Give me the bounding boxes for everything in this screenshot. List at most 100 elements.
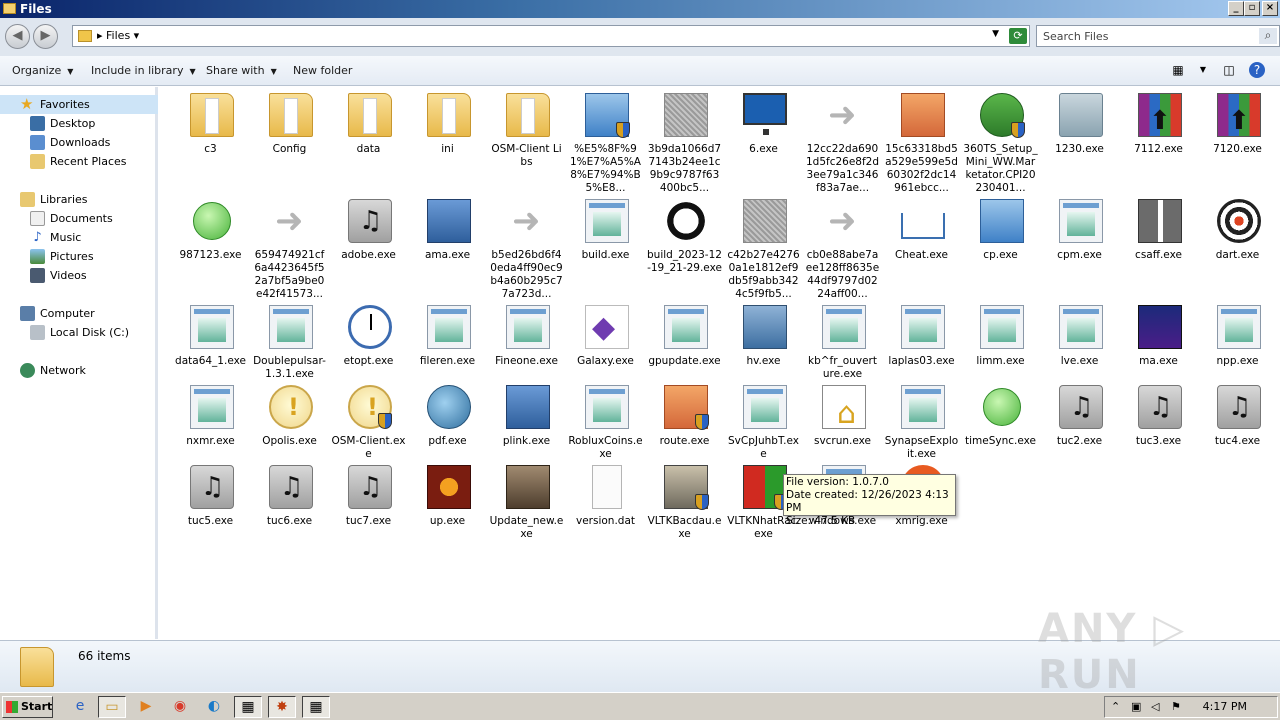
- file-item[interactable]: up.exe: [408, 459, 487, 539]
- file-item[interactable]: svcrun.exe: [803, 379, 882, 459]
- maximize-button[interactable]: ▫: [1244, 1, 1260, 16]
- file-item[interactable]: nxmr.exe: [171, 379, 250, 459]
- file-item[interactable]: dart.exe: [1198, 193, 1277, 299]
- title-bar[interactable]: Files _ ▫ ×: [0, 0, 1280, 18]
- file-item[interactable]: version.dat: [566, 459, 645, 539]
- file-item[interactable]: Doublepulsar-1.3.1.exe: [250, 299, 329, 380]
- file-item[interactable]: lve.exe: [1040, 299, 1119, 379]
- file-item[interactable]: data64_1.exe: [171, 299, 250, 379]
- search-input[interactable]: Search Files ⌕: [1036, 25, 1280, 47]
- breadcrumb[interactable]: ▸ Files ▾: [97, 29, 139, 42]
- file-item[interactable]: Galaxy.exe: [566, 299, 645, 379]
- help-icon[interactable]: ?: [1249, 62, 1265, 78]
- file-item[interactable]: tuc2.exe: [1040, 379, 1119, 459]
- file-item[interactable]: Update_new.exe: [487, 459, 566, 540]
- app-icon: [269, 305, 313, 349]
- file-item[interactable]: 659474921cf6a4423645f52a7bf5a9be0e42f415…: [250, 193, 329, 300]
- file-item[interactable]: OSM-Client Libs: [487, 87, 566, 193]
- file-item[interactable]: Fineone.exe: [487, 299, 566, 379]
- chrome-icon[interactable]: ◉: [166, 696, 194, 718]
- address-bar[interactable]: ▸ Files ▾ ▼ ⟳: [72, 25, 1030, 47]
- file-item[interactable]: ama.exe: [408, 193, 487, 299]
- file-item[interactable]: RobluxCoins.exe: [566, 379, 645, 460]
- internet-explorer-icon[interactable]: e: [66, 696, 94, 718]
- organize-button[interactable]: Organize ▼: [12, 64, 73, 77]
- volume-icon[interactable]: ◁: [1151, 700, 1159, 713]
- file-item[interactable]: hv.exe: [724, 299, 803, 379]
- file-item[interactable]: 7120.exe: [1198, 87, 1277, 193]
- file-item[interactable]: tuc6.exe: [250, 459, 329, 539]
- file-item[interactable]: tuc7.exe: [329, 459, 408, 539]
- file-item[interactable]: timeSync.exe: [961, 379, 1040, 459]
- address-dropdown-icon[interactable]: ▼: [992, 29, 999, 39]
- file-item[interactable]: npp.exe: [1198, 299, 1277, 379]
- file-item[interactable]: route.exe: [645, 379, 724, 459]
- tray-expand-icon[interactable]: ⌃: [1111, 700, 1120, 713]
- taskbar-app-button[interactable]: ✸: [268, 696, 296, 718]
- file-item[interactable]: 15c63318bd5a529e599e5d60302f2dc14961ebcc…: [882, 87, 961, 194]
- file-item[interactable]: cp.exe: [961, 193, 1040, 299]
- file-item[interactable]: cb0e88abe7aee128ff8635e44df9797d0224aff0…: [803, 193, 882, 300]
- file-item[interactable]: 7112.exe: [1119, 87, 1198, 193]
- tray-icon[interactable]: ▣: [1131, 700, 1141, 713]
- taskbar-app-button[interactable]: ▦: [234, 696, 262, 718]
- file-item[interactable]: ma.exe: [1119, 299, 1198, 379]
- view-options-icon[interactable]: ▦: [1170, 62, 1186, 78]
- file-item[interactable]: Config: [250, 87, 329, 193]
- file-item[interactable]: SynapseExploit.exe: [882, 379, 961, 460]
- file-item[interactable]: tuc4.exe: [1198, 379, 1277, 459]
- taskbar-app-button[interactable]: ▦: [302, 696, 330, 718]
- file-item[interactable]: ini: [408, 87, 487, 193]
- search-icon[interactable]: ⌕: [1259, 28, 1277, 44]
- clock[interactable]: 4:17 PM: [1203, 700, 1247, 713]
- file-item[interactable]: build_2023-12-19_21-29.exe: [645, 193, 724, 299]
- include-in-library-button[interactable]: Include in library ▼: [91, 64, 196, 77]
- file-item[interactable]: SvCpJuhbT.exe: [724, 379, 803, 460]
- file-item[interactable]: laplas03.exe: [882, 299, 961, 379]
- file-item[interactable]: pdf.exe: [408, 379, 487, 459]
- file-item[interactable]: limm.exe: [961, 299, 1040, 379]
- file-item[interactable]: plink.exe: [487, 379, 566, 459]
- file-item[interactable]: 12cc22da6901d5fc26e8f2d3ee79a1c346f83a7a…: [803, 87, 882, 194]
- forward-button[interactable]: ▶: [33, 24, 58, 49]
- file-item[interactable]: %E5%8F%91%E7%A5%A8%E7%94%B5%E8...: [566, 87, 645, 194]
- file-item[interactable]: data: [329, 87, 408, 193]
- share-with-button[interactable]: Share with ▼: [206, 64, 277, 77]
- file-item[interactable]: csaff.exe: [1119, 193, 1198, 299]
- file-item[interactable]: 3b9da1066d77143b24ee1c9b9c9787f63400bc5.…: [645, 87, 724, 194]
- start-button[interactable]: Start: [2, 696, 53, 718]
- file-item[interactable]: adobe.exe: [329, 193, 408, 299]
- file-item[interactable]: c42b27e42760a1e1812ef9db5f9abb3424c5f9fb…: [724, 193, 803, 300]
- explorer-taskbar-button[interactable]: ▭: [98, 696, 126, 718]
- back-button[interactable]: ◀: [5, 24, 30, 49]
- file-item[interactable]: tuc5.exe: [171, 459, 250, 539]
- file-item[interactable]: Opolis.exe: [250, 379, 329, 459]
- file-item[interactable]: 6.exe: [724, 87, 803, 193]
- file-item[interactable]: fileren.exe: [408, 299, 487, 379]
- file-item[interactable]: b5ed26bd6f40eda4ff90ec9b4a60b295c77a723d…: [487, 193, 566, 300]
- file-item[interactable]: Cheat.exe: [882, 193, 961, 299]
- file-name: 987123.exe: [179, 249, 242, 261]
- file-item[interactable]: tuc3.exe: [1119, 379, 1198, 459]
- new-folder-button[interactable]: New folder: [293, 64, 352, 77]
- file-item[interactable]: 1230.exe: [1040, 87, 1119, 193]
- file-item[interactable]: 360TS_Setup_Mini_WW.Marketator.CPI202304…: [961, 87, 1040, 194]
- edge-icon[interactable]: ◐: [200, 696, 228, 718]
- file-item[interactable]: gpupdate.exe: [645, 299, 724, 379]
- file-item[interactable]: OSM-Client.exe: [329, 379, 408, 460]
- preview-pane-icon[interactable]: ◫: [1221, 62, 1237, 78]
- close-button[interactable]: ×: [1262, 1, 1278, 16]
- file-item[interactable]: 987123.exe: [171, 193, 250, 299]
- chevron-down-icon[interactable]: ▼: [1195, 62, 1211, 78]
- file-item[interactable]: etopt.exe: [329, 299, 408, 379]
- refresh-icon[interactable]: ⟳: [1009, 28, 1027, 44]
- file-item[interactable]: kb^fr_ouverture.exe: [803, 299, 882, 380]
- media-player-icon[interactable]: ▶: [132, 696, 160, 718]
- minimize-button[interactable]: _: [1228, 1, 1244, 16]
- sidebar-item-favorites[interactable]: ★ Favorites: [0, 95, 158, 114]
- file-item[interactable]: cpm.exe: [1040, 193, 1119, 299]
- flag-icon[interactable]: ⚑: [1171, 700, 1181, 713]
- file-item[interactable]: VLTKBacdau.exe: [645, 459, 724, 540]
- file-item[interactable]: c3: [171, 87, 250, 193]
- file-item[interactable]: build.exe: [566, 193, 645, 299]
